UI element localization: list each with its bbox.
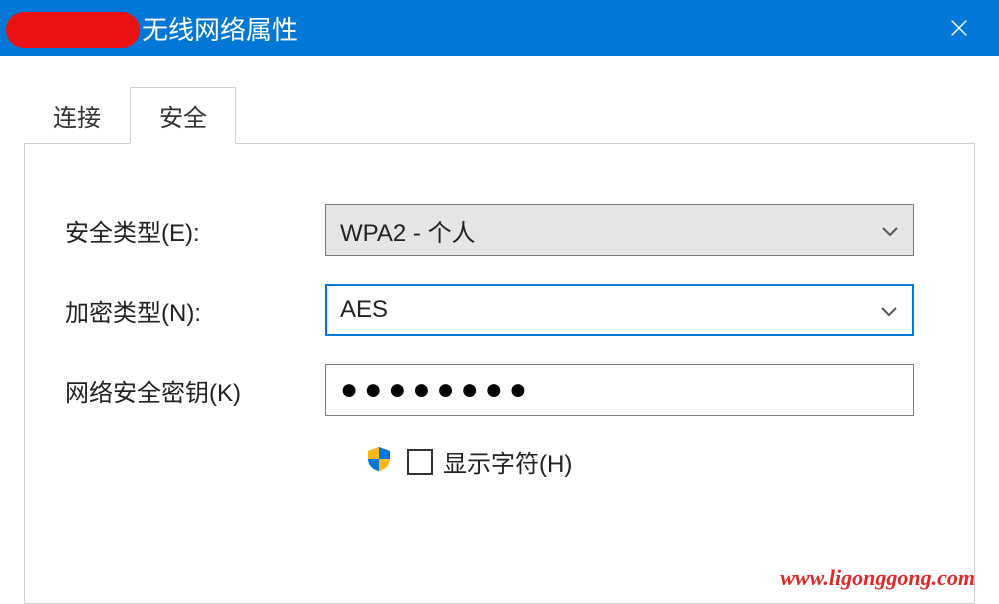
close-icon <box>948 17 970 39</box>
chevron-down-icon <box>881 216 899 244</box>
redacted-network-name <box>6 12 140 48</box>
tab-panel-security: 安全类型(E): WPA2 - 个人 加密类型(N): AES <box>24 144 975 604</box>
tab-security-label: 安全 <box>159 105 207 132</box>
tab-security[interactable]: 安全 <box>130 87 236 144</box>
titlebar: 无线网络属性 <box>0 0 999 56</box>
security-type-value: WPA2 - 个人 <box>340 213 476 248</box>
show-characters-label: 显示字符(H) <box>443 444 572 479</box>
encryption-type-row: 加密类型(N): AES <box>65 284 914 336</box>
watermark-text: www.ligonggong.com <box>780 565 975 591</box>
network-key-input[interactable] <box>325 364 914 416</box>
tab-connect[interactable]: 连接 <box>24 87 130 144</box>
window-title: 无线网络属性 <box>142 10 298 47</box>
encryption-type-label: 加密类型(N): <box>65 293 325 328</box>
network-key-label: 网络安全密钥(K) <box>65 373 325 408</box>
shield-icon <box>365 445 393 478</box>
encryption-type-value: AES <box>340 296 388 324</box>
close-button[interactable] <box>939 8 979 48</box>
show-characters-checkbox[interactable] <box>407 449 433 475</box>
tab-connect-label: 连接 <box>53 105 101 132</box>
tab-strip: 连接 安全 <box>24 86 975 144</box>
security-type-combo[interactable]: WPA2 - 个人 <box>325 204 914 256</box>
network-key-row: 网络安全密钥(K) <box>65 364 914 416</box>
security-type-row: 安全类型(E): WPA2 - 个人 <box>65 204 914 256</box>
encryption-type-combo[interactable]: AES <box>325 284 914 336</box>
tab-container: 连接 安全 安全类型(E): WPA2 - 个人 加密类型(N): AES <box>24 86 975 604</box>
show-characters-row: 显示字符(H) <box>365 444 914 479</box>
chevron-down-icon <box>880 296 898 324</box>
security-type-label: 安全类型(E): <box>65 213 325 248</box>
